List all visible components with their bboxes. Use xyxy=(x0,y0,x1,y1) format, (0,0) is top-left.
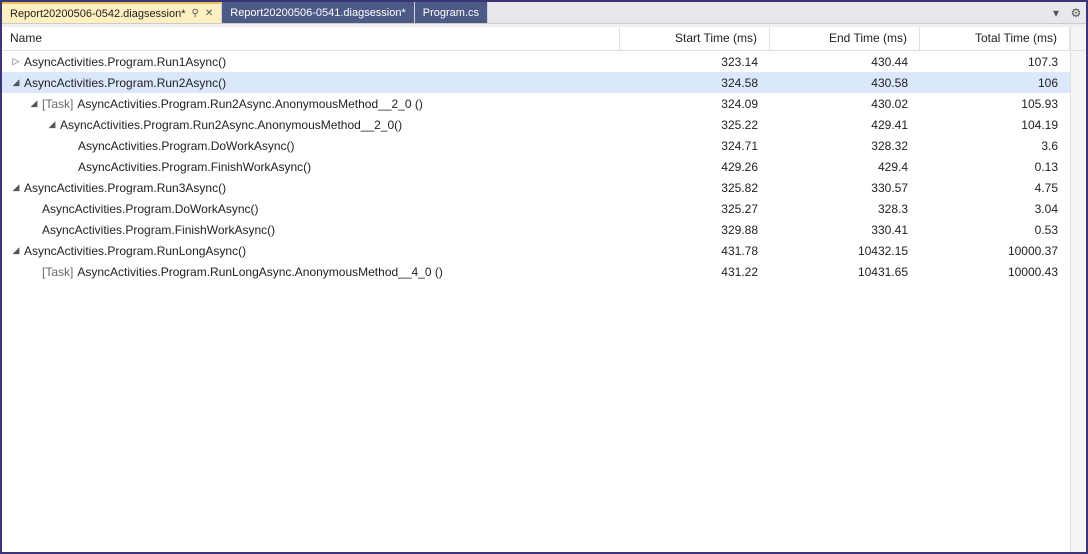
row-name-text: AsyncActivities.Program.Run2Async.Anonym… xyxy=(77,97,423,111)
tab-label: Program.cs xyxy=(423,7,479,19)
cell-start: 325.82 xyxy=(620,181,770,195)
tree-row[interactable]: ◢AsyncActivities.Program.Run2Async.Anony… xyxy=(2,114,1070,135)
tree-row[interactable]: ◢AsyncActivities.Program.RunLongAsync()4… xyxy=(2,240,1070,261)
column-headers: Name Start Time (ms) End Time (ms) Total… xyxy=(2,27,1086,51)
row-name-text: AsyncActivities.Program.RunLongAsync.Ano… xyxy=(77,265,443,279)
tab-2[interactable]: Program.cs xyxy=(415,2,488,23)
cell-name: AsyncActivities.Program.DoWorkAsync() xyxy=(2,139,620,153)
header-total-time[interactable]: Total Time (ms) xyxy=(920,27,1070,50)
cell-name: ▷AsyncActivities.Program.Run1Async() xyxy=(2,55,620,69)
cell-end: 328.32 xyxy=(770,139,920,153)
chevron-down-icon[interactable]: ◢ xyxy=(10,77,22,88)
profiler-panel: Name Start Time (ms) End Time (ms) Total… xyxy=(2,24,1086,552)
row-name-text: AsyncActivities.Program.Run2Async.Anonym… xyxy=(60,118,402,132)
tabs-dropdown-icon[interactable]: ▾ xyxy=(1046,2,1066,23)
cell-total: 4.75 xyxy=(920,181,1070,195)
cell-total: 0.53 xyxy=(920,223,1070,237)
tab-1[interactable]: Report20200506-0541.diagsession* xyxy=(222,2,415,23)
chevron-right-icon[interactable]: ▷ xyxy=(10,56,22,67)
cell-start: 329.88 xyxy=(620,223,770,237)
row-name-text: AsyncActivities.Program.Run3Async() xyxy=(24,181,226,195)
cell-name: AsyncActivities.Program.FinishWorkAsync(… xyxy=(2,223,620,237)
cell-name: ◢AsyncActivities.Program.RunLongAsync() xyxy=(2,244,620,258)
row-name-text: AsyncActivities.Program.RunLongAsync() xyxy=(24,244,246,258)
chevron-down-icon[interactable]: ◢ xyxy=(10,245,22,256)
tree-grid[interactable]: ▷AsyncActivities.Program.Run1Async()323.… xyxy=(2,51,1070,552)
cell-end: 429.4 xyxy=(770,160,920,174)
header-start-time[interactable]: Start Time (ms) xyxy=(620,27,770,50)
row-name-text: AsyncActivities.Program.FinishWorkAsync(… xyxy=(78,160,311,174)
cell-total: 0.13 xyxy=(920,160,1070,174)
tree-row[interactable]: ◢AsyncActivities.Program.Run3Async()325.… xyxy=(2,177,1070,198)
vertical-scrollbar[interactable] xyxy=(1070,51,1086,552)
tree-row[interactable]: AsyncActivities.Program.FinishWorkAsync(… xyxy=(2,219,1070,240)
cell-start: 324.71 xyxy=(620,139,770,153)
chevron-down-icon[interactable]: ◢ xyxy=(28,98,40,109)
cell-start: 323.14 xyxy=(620,55,770,69)
cell-end: 430.44 xyxy=(770,55,920,69)
tree-row[interactable]: [Task] AsyncActivities.Program.RunLongAsy… xyxy=(2,261,1070,282)
cell-name: [Task] AsyncActivities.Program.RunLongAsy… xyxy=(2,265,620,279)
row-name-text: AsyncActivities.Program.DoWorkAsync() xyxy=(78,139,295,153)
cell-total: 107.3 xyxy=(920,55,1070,69)
cell-total: 3.6 xyxy=(920,139,1070,153)
header-name[interactable]: Name xyxy=(2,27,620,50)
tab-label: Report20200506-0541.diagsession* xyxy=(230,7,406,19)
cell-name: ◢AsyncActivities.Program.Run3Async() xyxy=(2,181,620,195)
cell-total: 10000.37 xyxy=(920,244,1070,258)
cell-start: 429.26 xyxy=(620,160,770,174)
tab-0[interactable]: Report20200506-0542.diagsession* ⚲ ✕ xyxy=(2,2,222,23)
cell-start: 431.22 xyxy=(620,265,770,279)
cell-name: ◢AsyncActivities.Program.Run2Async.Anony… xyxy=(2,118,620,132)
cell-start: 325.27 xyxy=(620,202,770,216)
cell-total: 10000.43 xyxy=(920,265,1070,279)
cell-end: 430.02 xyxy=(770,97,920,111)
tree-row[interactable]: AsyncActivities.Program.FinishWorkAsync(… xyxy=(2,156,1070,177)
cell-start: 431.78 xyxy=(620,244,770,258)
cell-end: 10431.65 xyxy=(770,265,920,279)
cell-end: 330.57 xyxy=(770,181,920,195)
tree-row[interactable]: ▷AsyncActivities.Program.Run1Async()323.… xyxy=(2,51,1070,72)
cell-total: 104.19 xyxy=(920,118,1070,132)
tree-row[interactable]: AsyncActivities.Program.DoWorkAsync() 325… xyxy=(2,198,1070,219)
cell-end: 10432.15 xyxy=(770,244,920,258)
tabstrip-spacer xyxy=(488,2,1046,23)
tree-row[interactable]: ◢AsyncActivities.Program.Run2Async()324.… xyxy=(2,72,1070,93)
tab-strip: Report20200506-0542.diagsession*⚲✕Report… xyxy=(2,2,1086,24)
pin-icon[interactable]: ⚲ xyxy=(192,8,199,19)
header-end-time[interactable]: End Time (ms) xyxy=(770,27,920,50)
task-prefix: [Task] xyxy=(42,265,73,279)
tree-row[interactable]: AsyncActivities.Program.DoWorkAsync() 324… xyxy=(2,135,1070,156)
cell-name: AsyncActivities.Program.DoWorkAsync() xyxy=(2,202,620,216)
gear-icon[interactable]: ⚙ xyxy=(1066,2,1086,23)
cell-name: ◢AsyncActivities.Program.Run2Async() xyxy=(2,76,620,90)
task-prefix: [Task] xyxy=(42,97,73,111)
cell-start: 325.22 xyxy=(620,118,770,132)
chevron-down-icon[interactable]: ◢ xyxy=(10,182,22,193)
cell-end: 330.41 xyxy=(770,223,920,237)
close-icon[interactable]: ✕ xyxy=(205,8,213,19)
cell-total: 3.04 xyxy=(920,202,1070,216)
cell-start: 324.58 xyxy=(620,76,770,90)
cell-name: AsyncActivities.Program.FinishWorkAsync(… xyxy=(2,160,620,174)
cell-total: 105.93 xyxy=(920,97,1070,111)
cell-end: 429.41 xyxy=(770,118,920,132)
cell-start: 324.09 xyxy=(620,97,770,111)
header-scroll-gutter xyxy=(1070,27,1086,50)
tree-row[interactable]: ◢[Task] AsyncActivities.Program.Run2Async… xyxy=(2,93,1070,114)
cell-name: ◢[Task] AsyncActivities.Program.Run2Async… xyxy=(2,97,620,111)
chevron-down-icon[interactable]: ◢ xyxy=(46,119,58,130)
row-name-text: AsyncActivities.Program.FinishWorkAsync(… xyxy=(42,223,275,237)
row-name-text: AsyncActivities.Program.Run2Async() xyxy=(24,76,226,90)
row-name-text: AsyncActivities.Program.Run1Async() xyxy=(24,55,226,69)
tab-label: Report20200506-0542.diagsession* xyxy=(10,8,186,20)
cell-end: 430.58 xyxy=(770,76,920,90)
cell-end: 328.3 xyxy=(770,202,920,216)
row-name-text: AsyncActivities.Program.DoWorkAsync() xyxy=(42,202,259,216)
cell-total: 106 xyxy=(920,76,1070,90)
